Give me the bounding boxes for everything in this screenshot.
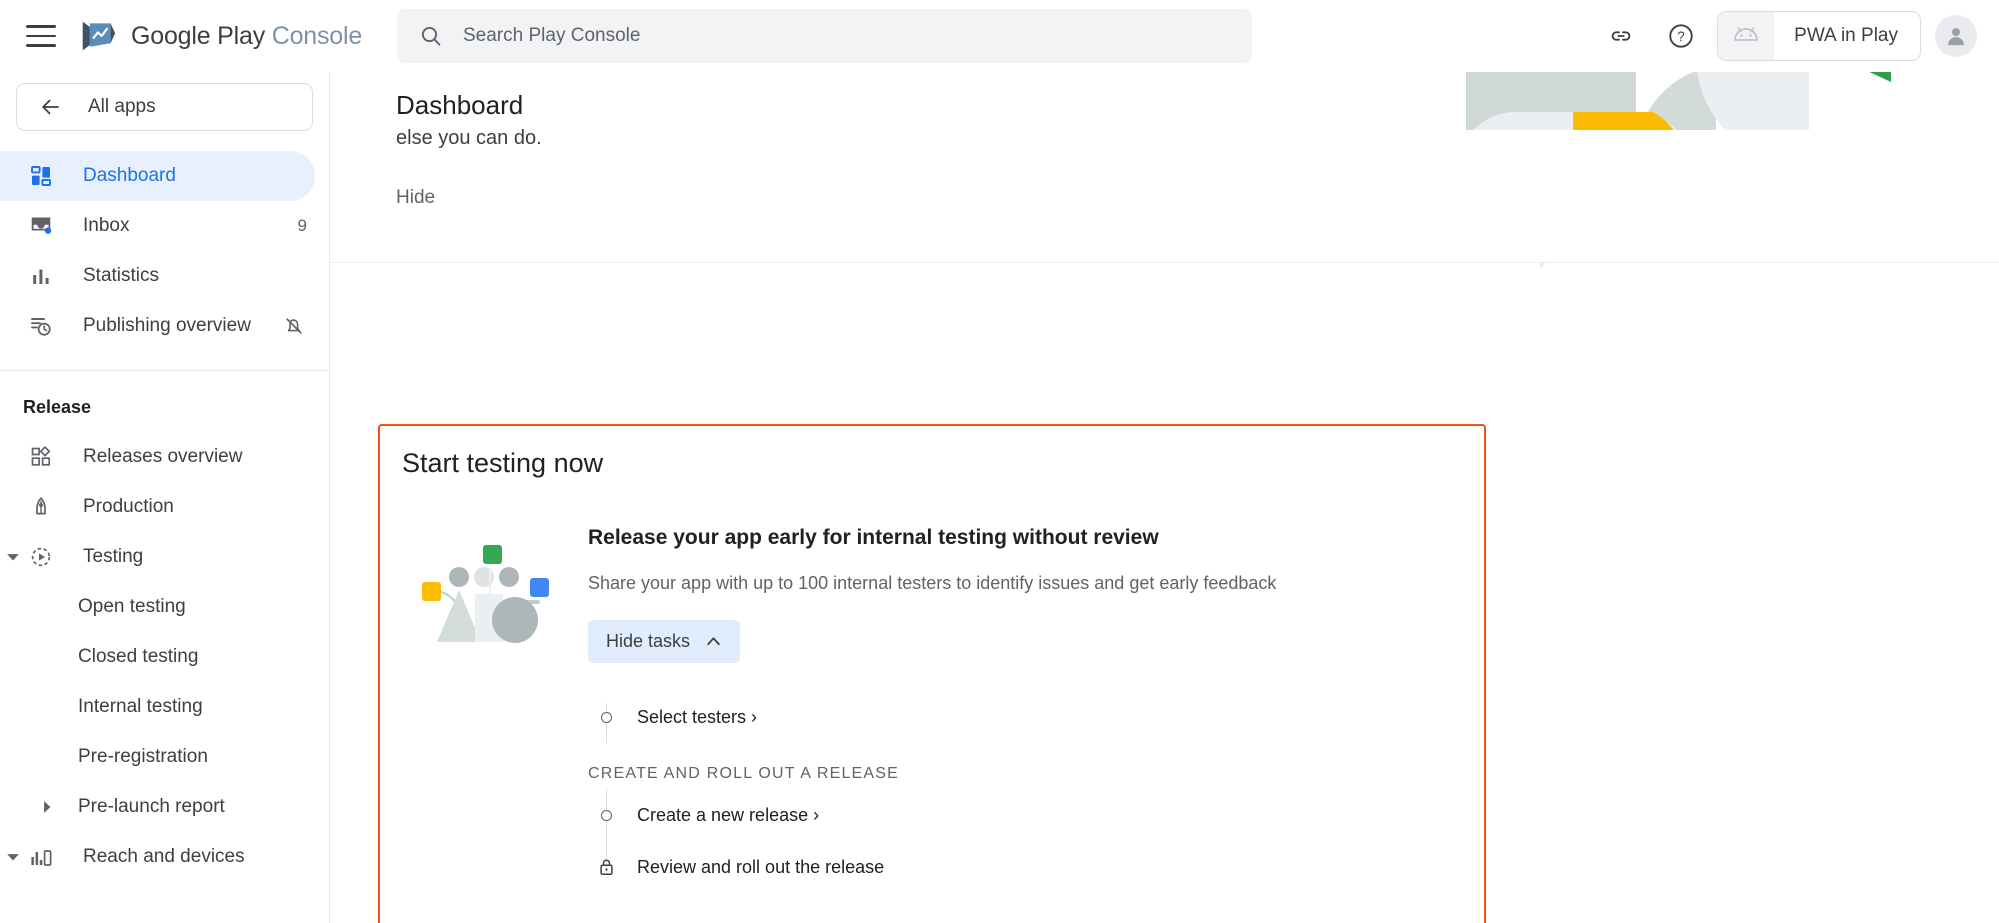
sidebar-release-nav: Releases overview Production [0,432,329,882]
card-description: Share your app with up to 100 internal t… [588,573,1448,594]
sidebar-item-dashboard[interactable]: Dashboard [0,151,315,201]
link-icon[interactable] [1597,12,1645,60]
search-icon [419,24,443,48]
sidebar-item-pre-launch-report[interactable]: Pre-launch report [0,782,329,832]
task-label-review-roll-out: Review and roll out the release [637,857,884,878]
brand-google-play: Google Play [131,22,265,50]
sidebar-item-label: Publishing overview [83,315,251,337]
chevron-right-icon[interactable] [36,796,58,818]
sidebar-item-label: Open testing [78,596,186,618]
chevron-up-icon [705,633,722,650]
sidebar-item-label: Statistics [83,265,159,287]
sidebar-item-label: Pre-launch report [78,796,225,818]
card-heading: Release your app early for internal test… [588,526,1448,550]
notifications-off-icon[interactable] [283,315,317,337]
brand-text: Google Play Console [131,22,362,51]
task-label-select-testers[interactable]: Select testers› [637,707,757,728]
arrow-left-icon [39,95,63,119]
circle-outline-icon [588,712,624,723]
all-apps-button[interactable]: All apps [16,83,313,131]
sidebar-item-pre-registration[interactable]: Pre-registration [0,732,329,782]
help-circle-icon[interactable]: ? [1657,12,1705,60]
sidebar-item-label: Dashboard [83,165,176,187]
task-row: Review and roll out the release [588,841,1448,893]
search-input[interactable] [463,25,1230,47]
play-console-window: Google Play Console ? [0,0,1999,923]
sidebar-item-label: Pre-registration [78,746,208,768]
brand-console: Console [272,22,362,50]
task-label-create-new-release[interactable]: Create a new release› [637,805,819,826]
sidebar-item-statistics[interactable]: Statistics [0,251,329,301]
sidebar-item-open-testing[interactable]: Open testing [0,582,329,632]
page-title: Dashboard [396,90,523,121]
sidebar-item-publishing-overview[interactable]: Publishing overview [0,301,329,351]
main-content: Dashboard else you can do. Hide Start te… [330,72,1999,923]
chevron-right-icon: › [813,805,819,826]
rocket-icon [28,494,54,520]
sidebar-item-label: Testing [83,546,143,568]
chevron-down-icon[interactable] [2,846,24,868]
sidebar-item-label: Releases overview [83,446,242,468]
chevron-right-icon: › [751,707,757,728]
task-list: Select testers› CREATE AND ROLL OUT A RE… [588,691,1448,893]
reach-devices-icon [28,844,54,870]
inbox-icon [28,213,54,239]
all-apps-label: All apps [88,96,156,118]
task-row[interactable]: Create a new release› [588,789,1448,841]
brand[interactable]: Google Play Console [78,18,362,54]
search-bar[interactable] [397,9,1252,63]
releases-overview-icon [28,444,54,470]
topbar-actions: ? PWA in Play [1597,0,1977,72]
sidebar-item-testing[interactable]: Testing [0,532,329,582]
sidebar-item-label: Inbox [83,215,129,237]
task-section-label: CREATE AND ROLL OUT A RELEASE [588,743,1448,789]
hide-tasks-button[interactable]: Hide tasks [588,620,740,663]
avatar[interactable] [1935,15,1977,57]
sidebar-item-label: Production [83,496,174,518]
hide-tasks-label: Hide tasks [606,631,690,652]
inbox-badge-count: 9 [298,216,317,236]
hero-hide-link[interactable]: Hide [396,187,435,209]
svg-text:?: ? [1677,29,1684,44]
sidebar-item-label: Internal testing [78,696,203,718]
app-selector-label: PWA in Play [1794,25,1898,47]
testing-play-icon [28,544,54,570]
lock-icon [588,858,624,876]
bar-chart-icon [28,263,54,289]
chevron-down-icon[interactable] [2,546,24,568]
hero-banner [330,130,1999,263]
sidebar-item-inbox[interactable]: Inbox 9 [0,201,329,251]
people-shapes-illustration [420,542,565,650]
top-app-bar: Google Play Console ? [0,0,1999,72]
sidebar-item-releases-overview[interactable]: Releases overview [0,432,329,482]
app-selector-button[interactable]: PWA in Play [1717,11,1921,61]
hero-text: else you can do. [396,127,542,150]
start-testing-card: Start testing now Release your app early… [378,424,1486,923]
circle-outline-icon [588,810,624,821]
sidebar-item-label: Closed testing [78,646,198,668]
card-title: Start testing now [402,448,603,479]
publishing-clock-icon [28,313,54,339]
sidebar-item-internal-testing[interactable]: Internal testing [0,682,329,732]
dashboard-grid-icon [28,163,54,189]
sidebar: All apps Dashboard [0,72,330,923]
google-play-console-logo-icon [78,18,118,54]
sidebar-item-closed-testing[interactable]: Closed testing [0,632,329,682]
card-body: Release your app early for internal test… [588,526,1448,893]
sidebar-primary-nav: Dashboard Inbox 9 [0,151,329,351]
sidebar-section-release-title: Release [0,371,329,432]
task-row[interactable]: Select testers› [588,691,1448,743]
android-head-icon [1718,12,1774,60]
hamburger-menu-icon[interactable] [26,25,56,47]
sidebar-item-label: Reach and devices [83,846,245,868]
sidebar-item-production[interactable]: Production [0,482,329,532]
sidebar-item-reach-and-devices[interactable]: Reach and devices [0,832,329,882]
